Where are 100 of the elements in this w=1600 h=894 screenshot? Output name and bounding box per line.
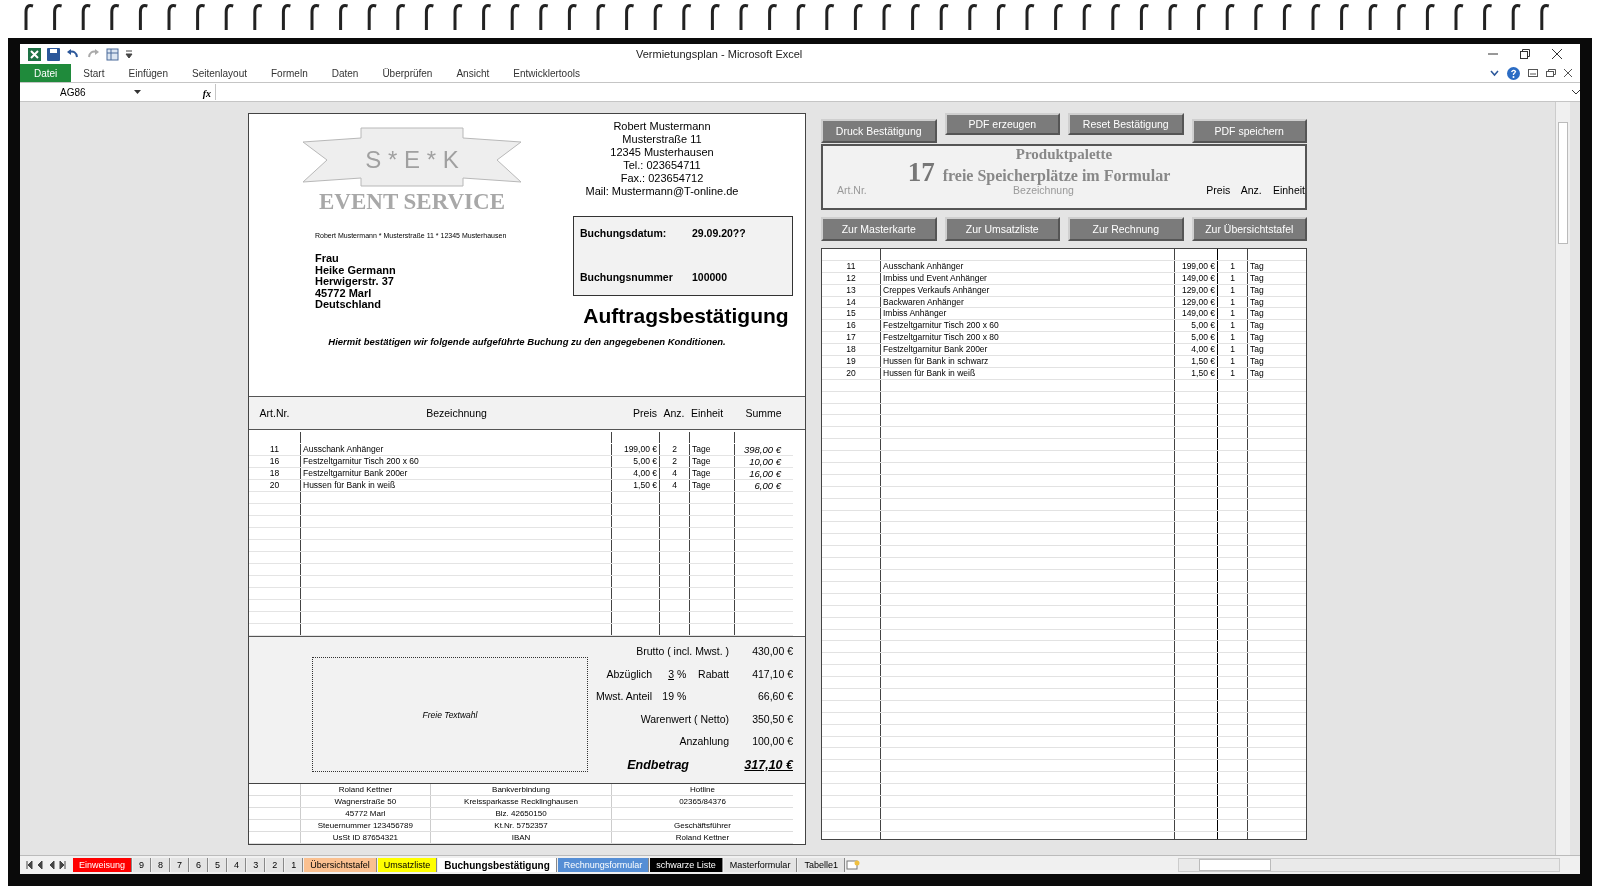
close-icon[interactable] [1552, 49, 1562, 59]
sheet-tab[interactable]: 5 [209, 858, 228, 872]
window-title: Vermietungsplan - Microsoft Excel [636, 48, 804, 60]
list-cell-text: 13 [845, 284, 857, 296]
sheet-tab[interactable]: 1 [285, 858, 304, 872]
list-cell: Imbiss Anhänger [880, 308, 1174, 320]
footer-text: Steuernummer 123456789 [317, 821, 413, 830]
list-cell: Tag [1247, 356, 1306, 367]
minimize-icon[interactable] [1528, 69, 1538, 77]
list-cell: 1 [1217, 308, 1247, 320]
table-cell: 4 [659, 468, 689, 479]
action-button[interactable]: Reset Bestätigung [1068, 113, 1184, 135]
collapse-ribbon-icon[interactable] [1490, 69, 1499, 77]
sheet-tab[interactable]: Buchungsbestätigung [438, 858, 557, 872]
ribbon-tab[interactable]: Formeln [259, 64, 320, 82]
ribbon-tab[interactable]: Einfügen [116, 64, 180, 82]
ribbon-tab[interactable]: Seitenlayout [179, 64, 259, 82]
help-icon[interactable] [1507, 66, 1520, 80]
sheet-tab[interactable]: Umsatzliste [377, 858, 438, 872]
total-value: 350,50 € [751, 712, 793, 725]
navigation-button[interactable]: Zur Umsatzliste [944, 217, 1060, 241]
excel-logo-icon[interactable] [28, 47, 41, 61]
list-cell: Tag [1247, 284, 1306, 296]
table-cell: Festzeltgarnitur Bank 200er [300, 468, 611, 479]
navigation-button[interactable]: Zur Masterkarte [821, 217, 937, 241]
table-cell: 199,00 € [611, 444, 659, 455]
list-cell: Tag [1247, 308, 1306, 320]
sheet-tab[interactable]: 7 [171, 858, 190, 872]
list-cell: Festzeltgarnitur Bank 200er [880, 344, 1174, 355]
column-header: Preis [632, 407, 658, 419]
sheet-tab[interactable]: 2 [266, 858, 285, 872]
table-cell-text: 16 [268, 456, 281, 467]
restore-icon[interactable] [1520, 49, 1530, 59]
horizontal-scrollbar[interactable] [1178, 858, 1560, 872]
document-heading: Auftragsbestätigung [583, 304, 789, 328]
recipient-address-line: Deutschland [315, 299, 382, 311]
sheet-tab[interactable]: 4 [228, 858, 247, 872]
list-cell: 199,00 € [1174, 260, 1217, 272]
list-cell: Tag [1247, 367, 1306, 379]
footer-text: Geschäftsführer [674, 821, 731, 830]
sender-address-line: Robert Mustermann [612, 120, 712, 133]
total-label: Abzüglich [606, 667, 652, 680]
ribbon-tab[interactable]: Start [71, 64, 117, 82]
list-cell-text: 17 [845, 332, 857, 344]
list-cell: Festzeltgarnitur Tisch 200 x 60 [880, 320, 1174, 332]
list-cell: 1 [1217, 332, 1247, 344]
table-cell: Tage [689, 456, 734, 467]
undo-icon[interactable] [66, 48, 80, 60]
form-icon[interactable] [106, 47, 119, 61]
table-cell: 398,00 € [734, 444, 793, 455]
ribbon-tab[interactable]: Entwicklertools [501, 64, 592, 82]
ribbon-tab[interactable]: Datei [20, 64, 72, 82]
ribbon-tab[interactable]: Daten [319, 64, 371, 82]
save-icon[interactable] [47, 47, 60, 61]
sheet-tab[interactable]: 8 [152, 858, 171, 872]
name-box[interactable]: AG86 [20, 86, 130, 98]
list-cell-text: 20 [845, 367, 857, 379]
recipient-address-line: Frau [315, 253, 340, 265]
restore-icon[interactable] [1546, 69, 1556, 77]
total-label: Anzahlung [679, 735, 729, 747]
action-button[interactable]: Druck Bestätigung [821, 119, 937, 143]
ribbon-tab[interactable]: Ansicht [444, 64, 502, 82]
sender-address-line: Fax.: 023654712 [619, 172, 705, 185]
expand-formula-icon[interactable] [1572, 89, 1580, 95]
column-header: Art.Nr. [258, 407, 291, 419]
sheet-tab[interactable]: Tabelle1 [798, 858, 845, 872]
sender-address-line: 12345 Musterhausen [609, 146, 715, 159]
navigation-button[interactable]: Zur Übersichtstafel [1191, 217, 1307, 241]
recipient-address-line: 45772 Marl [315, 287, 372, 299]
final-total-label: Endbetrag [627, 757, 689, 772]
insert-function-button[interactable]: fx [202, 88, 211, 99]
vertical-scrollbar[interactable] [1555, 102, 1570, 855]
sheet-navigation-icon[interactable] [26, 861, 66, 869]
footer-text: 02365/84376 [679, 797, 726, 806]
navigation-button[interactable]: Zur Rechnung [1068, 217, 1184, 241]
sheet-tab[interactable]: 3 [247, 858, 266, 872]
free-text-box[interactable]: Freie Textwahl [312, 657, 588, 772]
footer-text: IBAN [511, 833, 531, 842]
sheet-tab[interactable]: Masterformular [723, 858, 798, 872]
list-cell: 4,00 € [1174, 344, 1217, 355]
action-button[interactable]: PDF speichern [1191, 119, 1307, 143]
list-cell: 149,00 € [1174, 272, 1217, 284]
sheet-tab[interactable]: 9 [133, 858, 152, 872]
action-button[interactable]: PDF erzeugen [944, 113, 1060, 135]
list-cell: Tag [1247, 320, 1306, 332]
sheet-tab[interactable]: schwarze Liste [650, 858, 723, 872]
ribbon-tab[interactable]: Überprüfen [370, 64, 445, 82]
dropdown-caret-icon[interactable] [134, 90, 141, 94]
free-slot-label: freie Speicherplätze im Formular [942, 167, 1171, 185]
footer-text: 45772 Marl [345, 809, 386, 818]
table-cell: 2 [659, 444, 689, 455]
list-cell: Tag [1247, 296, 1306, 308]
sheet-tab[interactable]: Übersichtstafel [304, 858, 377, 872]
list-cell: 5,00 € [1174, 320, 1217, 332]
column-header: Anz. [1239, 184, 1262, 196]
sheet-tab[interactable]: Einweisung [73, 858, 133, 872]
customize-icon[interactable] [125, 49, 133, 59]
sheet-tab[interactable]: 6 [190, 858, 209, 872]
table-cell: Ausschank Anhänger [300, 444, 611, 455]
close-icon[interactable] [1564, 69, 1572, 77]
